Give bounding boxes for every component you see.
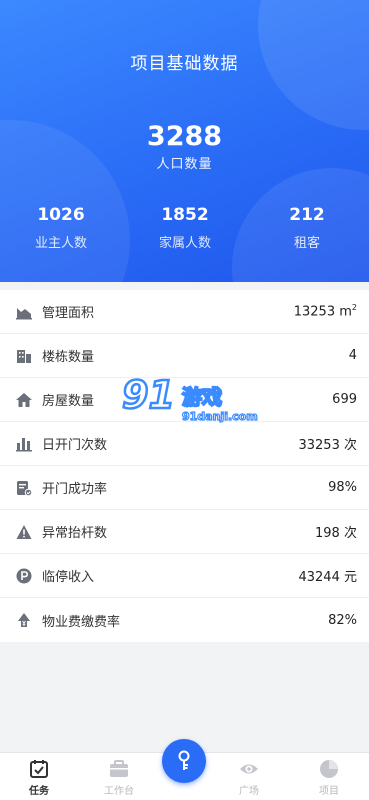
list-item-value: 33253 次	[298, 438, 357, 453]
screen: 项目基础数据 3288 人口数量 1026 业主人数 1852 家属人数 212…	[0, 0, 369, 800]
warning-icon	[16, 525, 32, 539]
fee-icon	[18, 613, 30, 627]
calendar-check-icon	[30, 760, 48, 778]
list-item-label: 房屋数量	[42, 394, 95, 409]
hero-header: 项目基础数据 3288 人口数量 1026 业主人数 1852 家属人数 212…	[0, 0, 369, 282]
svg-text:91: 91	[122, 373, 175, 417]
data-list: 管理面积 13253 m2 楼栋数量 4 房屋数量 699 日开门次数 3325…	[0, 290, 369, 642]
list-item-label: 异常抬杆数	[42, 526, 108, 541]
stat-label: 家属人数	[158, 236, 211, 251]
tab-square[interactable]: 广场	[214, 753, 284, 800]
list-item-value: 13253 m2	[293, 303, 357, 320]
tab-label: 工作台	[104, 786, 134, 797]
tab-label: 广场	[239, 786, 259, 797]
center-key-button[interactable]	[162, 739, 206, 783]
briefcase-icon	[110, 760, 128, 777]
eye-icon	[240, 764, 258, 774]
population-total-label: 人口数量	[156, 157, 213, 172]
page-title: 项目基础数据	[130, 54, 239, 74]
tab-label: 项目	[319, 786, 339, 797]
list-item-value: 198 次	[315, 526, 357, 541]
list-item-fee-payment-rate[interactable]: 物业费缴费率 82%	[0, 598, 369, 642]
tenant-count-stat[interactable]: 212 租客	[247, 205, 367, 251]
key-icon	[178, 750, 190, 770]
list-item-value: 98%	[328, 480, 357, 495]
document-check-icon	[17, 481, 32, 496]
list-item-door-success-rate[interactable]: 开门成功率 98%	[0, 466, 369, 510]
list-item-management-area[interactable]: 管理面积 13253 m2	[0, 290, 369, 334]
stat-label: 租客	[293, 236, 320, 251]
stat-label: 业主人数	[34, 236, 87, 251]
parking-icon	[16, 568, 32, 584]
list-item-value: 4	[348, 348, 357, 363]
list-item-label: 临停收入	[42, 570, 95, 585]
tab-tasks[interactable]: 任务	[4, 753, 74, 800]
area-chart-icon	[16, 308, 32, 320]
list-item-value: 699	[332, 392, 357, 407]
tab-project[interactable]: 项目	[294, 753, 364, 800]
population-total-value: 3288	[146, 121, 223, 152]
list-item-abnormal-barrier-lifts[interactable]: 异常抬杆数 198 次	[0, 510, 369, 554]
owner-count-stat[interactable]: 1026 业主人数	[1, 205, 121, 251]
bar-chart-icon	[16, 438, 32, 452]
list-item-label: 楼栋数量	[42, 350, 95, 365]
svg-text:91danji.com: 91danji.com	[182, 410, 258, 423]
list-item-label: 开门成功率	[42, 482, 108, 497]
tab-workbench[interactable]: 工作台	[84, 753, 154, 800]
stat-value: 1026	[37, 205, 85, 225]
building-icon	[17, 350, 31, 363]
list-item-value: 82%	[328, 612, 357, 628]
bottom-tab-bar: 任务 工作台 广场 项目	[0, 739, 369, 800]
family-count-stat[interactable]: 1852 家属人数	[125, 205, 245, 251]
list-item-label: 日开门次数	[42, 438, 108, 453]
svg-text:游戏: 游戏	[182, 385, 222, 409]
tab-label: 任务	[29, 786, 49, 797]
list-item-value: 43244 元	[298, 570, 357, 585]
list-item-label: 管理面积	[42, 306, 95, 321]
list-item-parking-income[interactable]: 临停收入 43244 元	[0, 554, 369, 598]
stat-value: 212	[289, 205, 325, 225]
list-item-label: 物业费缴费率	[42, 614, 121, 630]
pie-chart-icon	[320, 760, 338, 778]
stat-value: 1852	[161, 205, 209, 225]
watermark-logo: 91 游戏 91danji.com	[121, 372, 259, 424]
house-icon	[16, 393, 32, 407]
